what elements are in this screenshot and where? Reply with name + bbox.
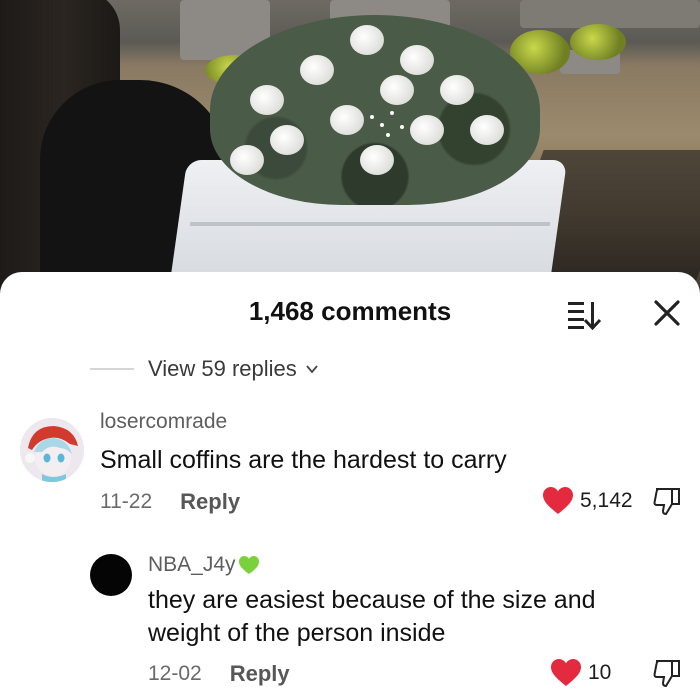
comment-username[interactable]: losercomrade	[100, 410, 227, 434]
comment-username[interactable]: NBA_J4y	[148, 553, 236, 576]
comment-meta: 11-22 Reply	[100, 489, 240, 515]
heart-icon	[551, 659, 581, 686]
chevron-down-icon	[306, 365, 318, 374]
avatar[interactable]	[20, 418, 84, 482]
reply-button[interactable]: Reply	[230, 661, 290, 687]
like-button[interactable]: 10	[550, 658, 611, 688]
reply-button[interactable]: Reply	[180, 489, 240, 515]
flower-arrangement	[210, 15, 540, 205]
view-replies-label: View 59 replies	[148, 356, 297, 381]
comment-text: they are easiest because of the size and…	[148, 586, 596, 647]
close-icon[interactable]	[650, 296, 684, 330]
comment-meta: 12-02 Reply	[148, 661, 290, 687]
sort-icon[interactable]	[566, 296, 602, 330]
background-photo	[0, 0, 700, 300]
comment-date: 11-22	[100, 490, 153, 513]
thumbs-down-icon[interactable]	[652, 486, 682, 516]
headstone	[520, 0, 700, 28]
thumbs-down-icon[interactable]	[652, 658, 682, 688]
avatar[interactable]	[90, 554, 132, 596]
like-count: 5,142	[580, 489, 633, 512]
comments-header: 1,468 comments	[0, 272, 700, 350]
heart-icon	[543, 487, 573, 514]
view-replies-link[interactable]: View 59 replies	[90, 354, 319, 384]
like-button[interactable]: 5,142	[542, 486, 633, 516]
comment-text: Small coffins are the hardest to carry	[100, 446, 507, 474]
like-count: 10	[588, 661, 612, 684]
comment-date: 12-02	[148, 662, 202, 685]
comments-sheet: 1,468 comments View 59 replies losercomr…	[0, 272, 700, 692]
coffin-trim	[189, 222, 551, 226]
green-heart-icon	[238, 556, 259, 575]
yellow-shrub	[570, 24, 626, 60]
thread-line	[90, 368, 134, 370]
comment-username-row: NBA_J4y	[148, 553, 260, 577]
